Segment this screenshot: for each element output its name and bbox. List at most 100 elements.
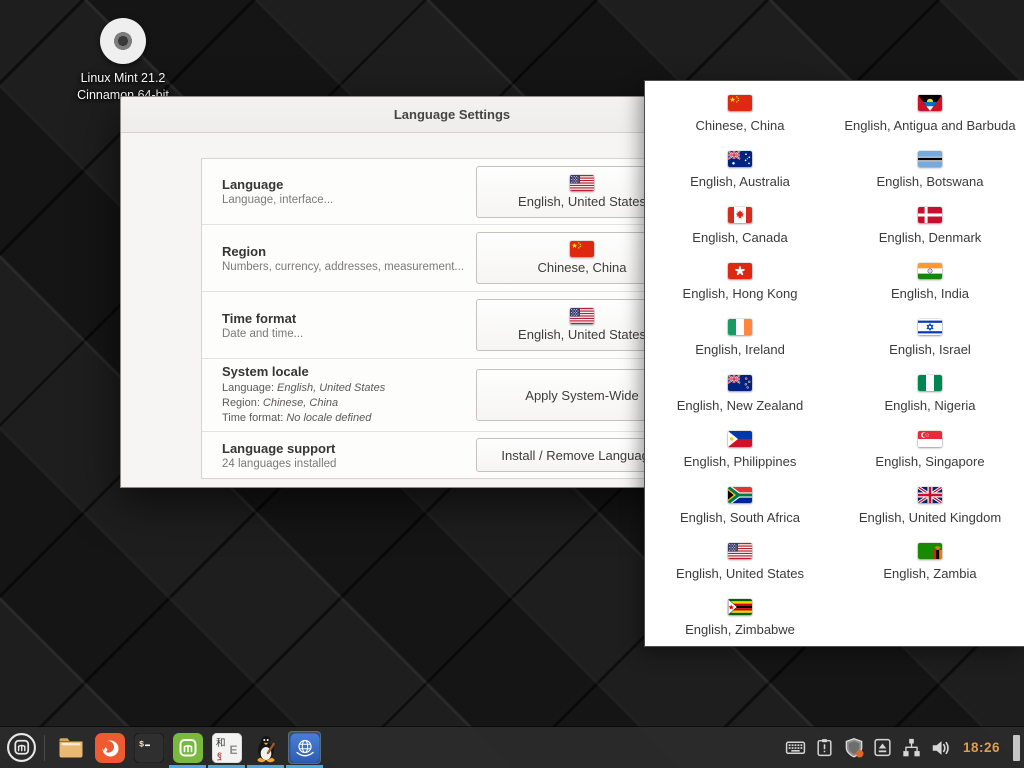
language-option[interactable]: English, Canada bbox=[645, 198, 835, 254]
removable-media-icon[interactable] bbox=[872, 737, 894, 759]
language-settings-icon bbox=[288, 731, 321, 764]
language-option[interactable]: English, Hong Kong bbox=[645, 254, 835, 310]
row-title: System locale bbox=[222, 364, 476, 379]
row-subtitle: Language, interface... bbox=[222, 194, 476, 206]
row-title: Time format bbox=[222, 311, 476, 326]
language-option-label: English, Philippines bbox=[684, 454, 797, 469]
ng-flag-icon bbox=[918, 375, 942, 391]
language-option-label: English, Hong Kong bbox=[683, 286, 798, 301]
row-subtitle: 24 languages installed bbox=[222, 458, 476, 470]
taskbar-separator bbox=[44, 735, 45, 761]
language-option-label: English, United Kingdom bbox=[859, 510, 1001, 525]
cd-disc-icon bbox=[100, 18, 146, 64]
language-option-label: English, South Africa bbox=[680, 510, 800, 525]
gb-flag-icon bbox=[918, 487, 942, 503]
svg-text:$: $ bbox=[139, 739, 144, 749]
us-flag-icon bbox=[728, 543, 752, 559]
clipboard-alert-icon[interactable] bbox=[814, 737, 836, 759]
detail-label: Language: bbox=[222, 382, 274, 394]
detail-value: Chinese, China bbox=[263, 397, 338, 409]
settings-row-time-format: Time formatDate and time...English, Unit… bbox=[202, 291, 704, 358]
language-option-label: English, Antigua and Barbuda bbox=[844, 118, 1015, 133]
language-option[interactable]: English, Nigeria bbox=[835, 366, 1024, 422]
language-option[interactable]: English, Singapore bbox=[835, 422, 1024, 478]
tux-paint-icon bbox=[249, 731, 282, 764]
input-languages-launcher[interactable]: 和ฐE bbox=[207, 727, 246, 768]
bw-flag-icon bbox=[918, 151, 942, 167]
language-option-label: English, United States bbox=[676, 566, 804, 581]
mint-software-launcher[interactable] bbox=[168, 727, 207, 768]
language-option[interactable]: English, Israel bbox=[835, 310, 1024, 366]
row-subtitle: Numbers, currency, addresses, measuremen… bbox=[222, 261, 476, 273]
in-flag-icon bbox=[918, 263, 942, 279]
language-option-label: English, Canada bbox=[692, 230, 787, 245]
window-title: Language Settings bbox=[394, 107, 510, 122]
input-languages-icon: 和ฐE bbox=[210, 731, 243, 764]
system-tray: 18:26 bbox=[785, 735, 1024, 761]
language-option[interactable]: English, Zambia bbox=[835, 534, 1024, 590]
firefox-icon bbox=[93, 731, 126, 764]
ag-flag-icon bbox=[918, 95, 942, 111]
settings-list: LanguageLanguage, interface...English, U… bbox=[201, 158, 705, 479]
language-option[interactable]: English, Zimbabwe bbox=[645, 590, 835, 646]
mint-software-icon bbox=[171, 731, 204, 764]
language-option[interactable]: English, Philippines bbox=[645, 422, 835, 478]
il-flag-icon bbox=[918, 319, 942, 335]
detail-value: English, United States bbox=[277, 382, 385, 394]
dk-flag-icon bbox=[918, 207, 942, 223]
language-option-label: English, India bbox=[891, 286, 969, 301]
row-subtitle: Date and time... bbox=[222, 328, 476, 340]
language-option-label: English, Zimbabwe bbox=[685, 622, 795, 637]
hk-flag-icon bbox=[728, 263, 752, 279]
language-option[interactable]: English, Botswana bbox=[835, 142, 1024, 198]
button-label: Apply System-Wide bbox=[525, 388, 638, 403]
language-option[interactable]: English, India bbox=[835, 254, 1024, 310]
shield-update-icon[interactable] bbox=[843, 737, 865, 759]
files-launcher[interactable] bbox=[51, 727, 90, 768]
language-settings-launcher[interactable] bbox=[285, 727, 324, 768]
settings-row-language: LanguageLanguage, interface...English, U… bbox=[202, 159, 704, 224]
language-option[interactable]: English, Denmark bbox=[835, 198, 1024, 254]
language-option-label: English, Botswana bbox=[877, 174, 984, 189]
language-option[interactable]: English, Australia bbox=[645, 142, 835, 198]
language-option[interactable]: Chinese, China bbox=[645, 86, 835, 142]
language-option[interactable]: English, United Kingdom bbox=[835, 478, 1024, 534]
za-flag-icon bbox=[728, 487, 752, 503]
language-option[interactable]: English, South Africa bbox=[645, 478, 835, 534]
zm-flag-icon bbox=[918, 543, 942, 559]
tux-paint-launcher[interactable] bbox=[246, 727, 285, 768]
nz-flag-icon bbox=[728, 375, 752, 391]
locale-detail-line: Region:Chinese, China bbox=[222, 396, 476, 411]
au-flag-icon bbox=[728, 151, 752, 167]
language-option[interactable]: English, Antigua and Barbuda bbox=[835, 86, 1024, 142]
row-title: Language support bbox=[222, 441, 476, 456]
locale-detail-line: Language:English, United States bbox=[222, 381, 476, 396]
detail-label: Region: bbox=[222, 397, 260, 409]
language-option[interactable]: English, United States bbox=[645, 534, 835, 590]
button-label: Install / Remove Languages bbox=[501, 448, 662, 463]
us-flag-icon bbox=[570, 175, 594, 191]
clock[interactable]: 18:26 bbox=[963, 740, 1000, 755]
svg-text:ฐ: ฐ bbox=[217, 750, 222, 761]
settings-row-region: RegionNumbers, currency, addresses, meas… bbox=[202, 224, 704, 291]
terminal-launcher[interactable]: $ bbox=[129, 727, 168, 768]
language-option[interactable]: English, New Zealand bbox=[645, 366, 835, 422]
firefox-launcher[interactable] bbox=[90, 727, 129, 768]
network-icon[interactable] bbox=[901, 737, 923, 759]
zw-flag-icon bbox=[728, 599, 752, 615]
mint-menu-button[interactable] bbox=[0, 727, 42, 768]
language-option-label: English, Australia bbox=[690, 174, 790, 189]
sg-flag-icon bbox=[918, 431, 942, 447]
language-option[interactable]: English, Ireland bbox=[645, 310, 835, 366]
desktop-icon-install-media[interactable]: Linux Mint 21.2 Cinnamon 64-bit bbox=[62, 18, 184, 104]
ie-flag-icon bbox=[728, 319, 752, 335]
volume-icon[interactable] bbox=[930, 737, 952, 759]
settings-row-language-support: Language support 24 languages installed In… bbox=[202, 431, 704, 478]
language-option-label: English, Denmark bbox=[879, 230, 982, 245]
language-option-label: English, Israel bbox=[889, 342, 971, 357]
show-desktop-button[interactable] bbox=[1013, 735, 1020, 761]
locale-detail-line: Time format:No locale defined bbox=[222, 411, 476, 426]
ph-flag-icon bbox=[728, 431, 752, 447]
keyboard-icon[interactable] bbox=[785, 737, 807, 759]
cn-flag-icon bbox=[728, 95, 752, 111]
